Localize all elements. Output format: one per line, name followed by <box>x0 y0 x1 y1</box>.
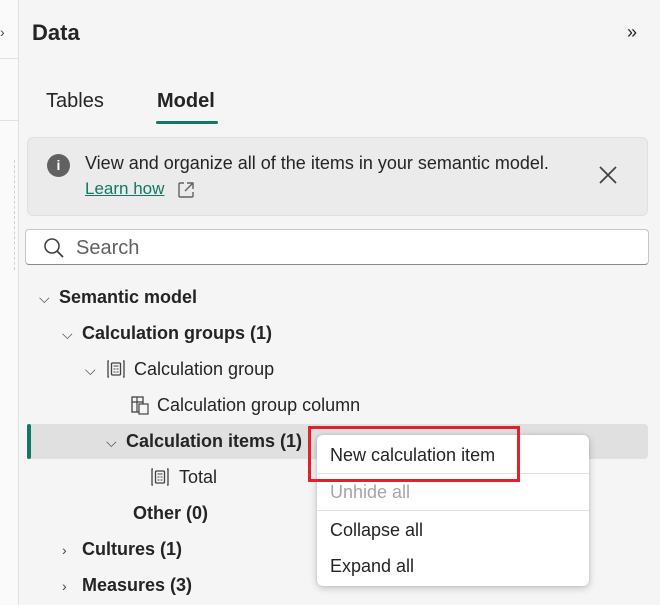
tree-item-calculation-items[interactable]: ⌵ Calculation items (1) <box>106 424 302 458</box>
open-external-icon[interactable] <box>176 180 196 200</box>
tree-label: Measures (3) <box>82 575 193 595</box>
tree-item-measures[interactable]: › Measures (3) <box>62 568 192 602</box>
search-box[interactable] <box>25 229 649 265</box>
tree-label: Calculation group <box>134 359 275 379</box>
tree-label: Cultures (1) <box>82 539 183 559</box>
divider <box>0 120 18 121</box>
tree-item-other[interactable]: Other (0) <box>133 496 208 530</box>
calculation-group-column-icon <box>131 396 149 415</box>
chevron-down-icon[interactable]: ⌵ <box>106 425 126 459</box>
tree-item-calculation-group[interactable]: ⌵ <box>85 352 105 386</box>
highlight-annotation <box>308 426 520 482</box>
search-icon <box>44 238 64 258</box>
tree-item-calculation-group-column[interactable]: Calculation group column <box>157 388 360 422</box>
calculation-item-icon <box>151 468 169 486</box>
selected-tab-indicator <box>156 121 218 124</box>
close-icon[interactable] <box>596 163 620 187</box>
chevron-down-icon[interactable]: ⌵ <box>62 317 82 351</box>
menu-item-collapse-all[interactable]: Collapse all <box>317 512 589 548</box>
tab-tables[interactable]: Tables <box>46 90 104 113</box>
info-banner: i View and organize all of the items in … <box>27 137 648 216</box>
search-input[interactable] <box>76 234 636 262</box>
tree-label: Semantic model <box>59 287 198 307</box>
collapse-pane-button[interactable]: » <box>621 20 643 44</box>
chevron-down-icon[interactable]: ⌵ <box>85 353 105 387</box>
tree-label: Calculation groups (1) <box>82 323 273 343</box>
tab-model[interactable]: Model <box>157 90 215 113</box>
tree-item-calculation-groups[interactable]: ⌵ Calculation groups (1) <box>62 316 272 350</box>
calculation-group-icon <box>107 360 125 378</box>
divider <box>0 58 18 59</box>
learn-how-link[interactable]: Learn how <box>85 179 164 199</box>
chevron-double-right-icon: » <box>626 22 637 42</box>
menu-item-expand-all[interactable]: Expand all <box>317 548 589 584</box>
tree-label: Calculation items (1) <box>126 431 303 451</box>
tree-item-semantic-model[interactable]: ⌵ Semantic model <box>39 280 197 314</box>
pane-title: Data <box>32 20 80 45</box>
selected-row-indicator <box>27 424 31 459</box>
tree-item-cultures[interactable]: › Cultures (1) <box>62 532 182 566</box>
banner-text: View and organize all of the items in yo… <box>85 153 549 173</box>
tree-item-total[interactable]: Total <box>179 460 217 494</box>
dashed-border <box>14 160 15 270</box>
chevron-down-icon[interactable]: ⌵ <box>39 281 59 315</box>
chevron-right-icon[interactable]: › <box>62 569 82 603</box>
chevron-right-icon[interactable]: › <box>0 24 5 40</box>
info-icon: i <box>47 154 70 177</box>
left-pane-strip: › <box>0 0 18 605</box>
menu-divider <box>317 510 589 511</box>
chevron-right-icon[interactable]: › <box>62 533 82 567</box>
